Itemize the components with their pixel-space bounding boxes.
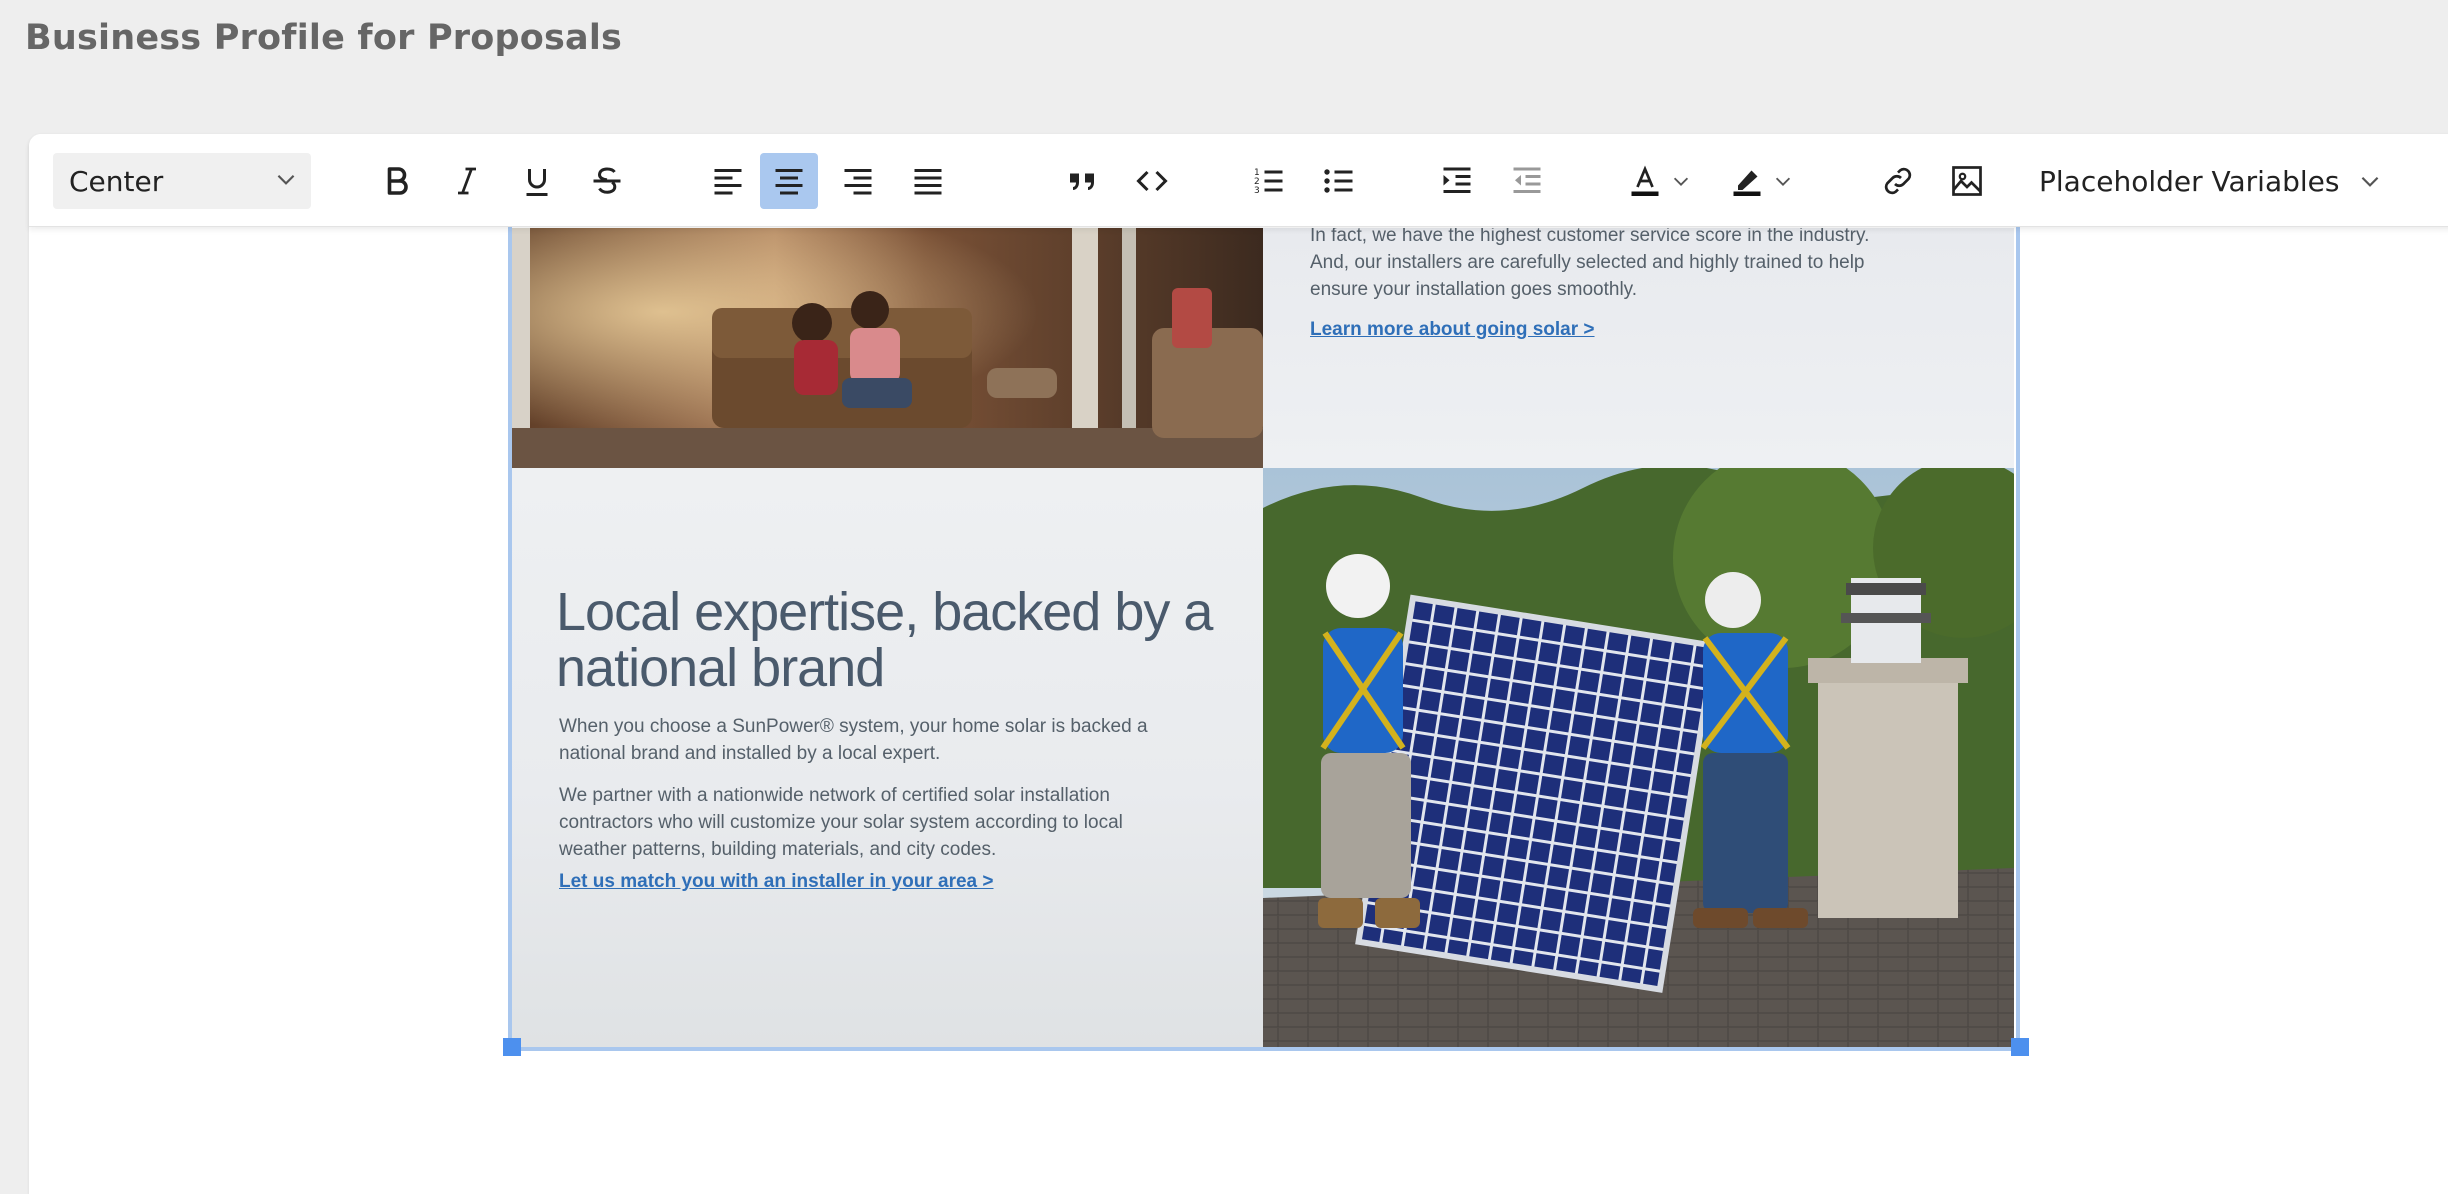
selected-image[interactable]: In fact, we have the highest customer se… <box>512 228 2014 1051</box>
bold-icon <box>387 167 408 195</box>
text-line: We partner with a nationwide network of … <box>559 785 1110 806</box>
text-line: When you choose a SunPower® system, your… <box>559 716 1148 737</box>
chevron-down-icon <box>2362 176 2379 187</box>
learn-more-link[interactable]: Learn more about going solar > <box>1310 319 1595 341</box>
align-left-button[interactable] <box>699 153 757 209</box>
italic-button[interactable] <box>438 153 496 209</box>
heading-line: national brand <box>556 638 885 698</box>
highlighter-icon <box>1733 170 1761 196</box>
blockquote-button[interactable] <box>1053 153 1111 209</box>
code-button[interactable] <box>1123 153 1181 209</box>
editor-toolbar: Center 1 2 3 Placeholder Variables <box>29 134 2448 227</box>
text-color-icon <box>1631 165 1659 196</box>
align-right-icon <box>844 169 872 195</box>
chevron-down-icon <box>1673 177 1689 186</box>
align-left-icon <box>714 169 742 195</box>
solar-installers-photo <box>1263 468 2014 1051</box>
svg-text:3: 3 <box>1254 186 1260 196</box>
numbered-list-button[interactable]: 123 <box>1240 153 1298 209</box>
text-line: In fact, we have the highest customer se… <box>1310 228 1870 246</box>
underline-button[interactable] <box>508 153 566 209</box>
bullet-list-button[interactable] <box>1310 153 1368 209</box>
local-expertise-panel: Local expertise, backed by a national br… <box>512 468 1263 1051</box>
resize-handle-bottom-left[interactable] <box>503 1038 521 1056</box>
intro-paragraph: In fact, we have the highest customer se… <box>1310 228 1869 303</box>
italic-icon <box>458 167 476 195</box>
text-line: national brand and installed by a local … <box>559 743 941 764</box>
strikethrough-button[interactable] <box>578 153 636 209</box>
text-line: And, our installers are carefully select… <box>1310 252 1865 273</box>
text-line: ensure your installation goes smoothly. <box>1310 279 1638 300</box>
text-line: weather patterns, building materials, an… <box>559 839 997 860</box>
section-heading: Local expertise, backed by a national br… <box>556 582 1213 698</box>
image-icon <box>1952 166 1982 196</box>
paragraph-brand: When you choose a SunPower® system, your… <box>559 713 1148 767</box>
link-icon <box>1884 167 1912 195</box>
strikethrough-icon <box>593 167 621 194</box>
insert-link-button[interactable] <box>1869 153 1927 209</box>
indent-icon <box>1443 167 1471 193</box>
text-line: contractors who will customize your sola… <box>559 812 1123 833</box>
outdent-button[interactable] <box>1498 153 1556 209</box>
placeholder-variables-label: Placeholder Variables <box>2039 164 2340 198</box>
block-alignment-value: Center <box>69 164 164 198</box>
indent-button[interactable] <box>1428 153 1486 209</box>
numbered-list-icon: 123 <box>1254 168 1283 196</box>
page-title: Business Profile for Proposals <box>25 18 623 58</box>
bullet-list-icon <box>1324 169 1353 193</box>
insert-image-button[interactable] <box>1938 153 1996 209</box>
align-justify-button[interactable] <box>899 153 957 209</box>
align-right-button[interactable] <box>829 153 887 209</box>
text-color-dropdown[interactable] <box>1666 153 1696 209</box>
code-icon <box>1136 170 1168 192</box>
chevron-down-icon <box>273 166 299 197</box>
quote-icon <box>1070 173 1094 190</box>
placeholder-variables-dropdown[interactable]: Placeholder Variables <box>2039 153 2383 209</box>
align-justify-icon <box>914 169 942 195</box>
heading-line: Local expertise, backed by a <box>556 582 1213 642</box>
intro-text-panel: In fact, we have the highest customer se… <box>1263 228 2014 468</box>
align-center-icon <box>775 169 803 195</box>
resize-handle-bottom-right[interactable] <box>2011 1038 2029 1056</box>
installer-match-link[interactable]: Let us match you with an installer in yo… <box>559 871 993 893</box>
outdent-icon <box>1513 167 1541 193</box>
highlight-color-dropdown[interactable] <box>1768 153 1798 209</box>
bold-button[interactable] <box>368 153 426 209</box>
paragraph-network: We partner with a nationwide network of … <box>559 782 1123 863</box>
chevron-down-icon <box>1775 177 1791 186</box>
underline-icon <box>526 169 548 196</box>
living-room-photo <box>512 228 1263 468</box>
align-center-button[interactable] <box>760 153 818 209</box>
block-alignment-select[interactable]: Center <box>53 153 311 209</box>
